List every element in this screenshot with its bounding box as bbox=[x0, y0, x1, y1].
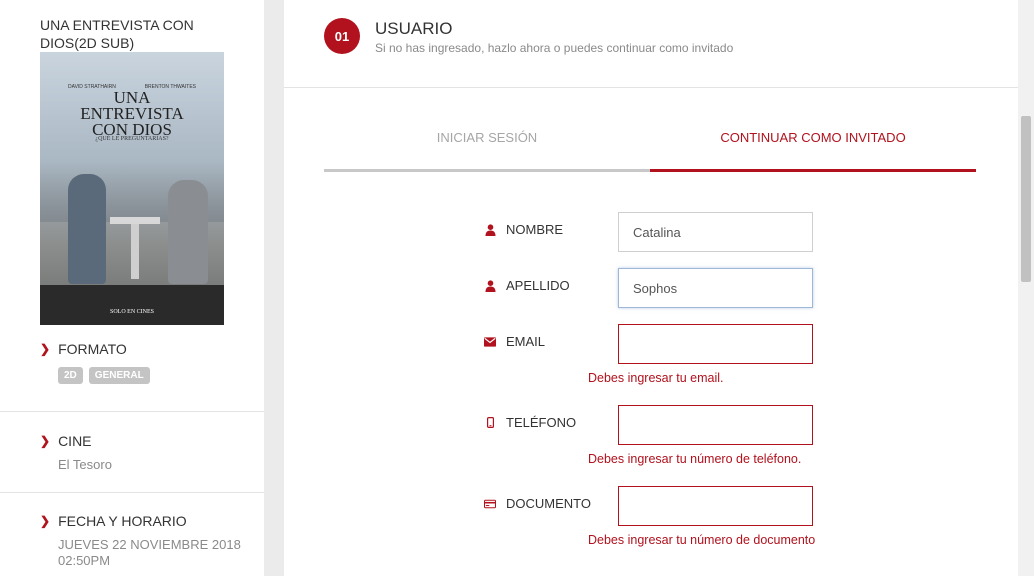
apellido-input[interactable] bbox=[618, 268, 813, 308]
nombre-label-text: NOMBRE bbox=[506, 222, 564, 237]
telefono-label-text: TELÉFONO bbox=[506, 415, 577, 430]
header-divider bbox=[284, 87, 1018, 88]
cine-heading[interactable]: ❯ CINE bbox=[40, 433, 92, 449]
apellido-label: APELLIDO bbox=[484, 278, 570, 293]
user-icon bbox=[484, 279, 496, 292]
fecha-time: 02:50PM bbox=[58, 553, 111, 568]
step-subtitle: Si no has ingresado, hazlo ahora o puede… bbox=[375, 41, 734, 55]
documento-label-text: DOCUMENTO bbox=[506, 496, 591, 511]
poster-figure-right bbox=[168, 180, 208, 284]
formato-heading[interactable]: ❯ FORMATO bbox=[40, 341, 127, 357]
envelope-icon bbox=[484, 336, 496, 348]
poster-table-leg bbox=[131, 224, 139, 279]
chevron-right-icon: ❯ bbox=[40, 342, 51, 356]
step-title: USUARIO bbox=[375, 19, 453, 38]
movie-poster: DAVID STRATHAIRN BRENTON THWAITES UNA EN… bbox=[40, 52, 224, 325]
poster-table bbox=[110, 217, 160, 224]
email-label-text: EMAIL bbox=[506, 334, 546, 349]
fecha-date: JUEVES 22 NOVIEMBRE 2018 bbox=[58, 537, 241, 552]
step-number-badge: 01 bbox=[324, 18, 360, 54]
chevron-right-icon: ❯ bbox=[40, 514, 51, 528]
email-input[interactable] bbox=[618, 324, 813, 364]
poster-credits-block bbox=[40, 285, 224, 325]
cine-label: CINE bbox=[58, 433, 92, 449]
nombre-input[interactable] bbox=[618, 212, 813, 252]
tab-continue-as-guest[interactable]: CONTINUAR COMO INVITADO bbox=[650, 130, 976, 145]
sidebar-divider bbox=[0, 411, 264, 412]
checkout-user-panel: 01 USUARIO Si no has ingresado, hazlo ah… bbox=[284, 0, 1018, 576]
fecha-label: FECHA Y HORARIO bbox=[58, 513, 187, 529]
telefono-label: TELÉFONO bbox=[484, 415, 576, 430]
id-card-icon bbox=[484, 498, 496, 510]
sidebar-divider bbox=[0, 492, 264, 493]
documento-label: DOCUMENTO bbox=[484, 496, 591, 511]
mobile-phone-icon bbox=[484, 417, 496, 429]
format-badge-2d: 2D bbox=[58, 367, 83, 384]
email-label: EMAIL bbox=[484, 334, 545, 349]
documento-error-message: Debes ingresar tu número de documento bbox=[588, 533, 816, 547]
fecha-heading[interactable]: ❯ FECHA Y HORARIO bbox=[40, 513, 187, 529]
formato-badges: 2D GENERAL bbox=[58, 367, 156, 384]
user-icon bbox=[484, 223, 496, 236]
telefono-input[interactable] bbox=[618, 405, 813, 445]
page-scrollbar[interactable] bbox=[1018, 0, 1034, 576]
scrollbar-thumb[interactable] bbox=[1021, 116, 1031, 282]
chevron-right-icon: ❯ bbox=[40, 434, 51, 448]
telefono-error-message: Debes ingresar tu número de teléfono. bbox=[588, 452, 802, 466]
apellido-label-text: APELLIDO bbox=[506, 278, 570, 293]
order-summary-sidebar: UNA ENTREVISTA CON DIOS(2D SUB) DAVID ST… bbox=[0, 0, 264, 576]
email-error-message: Debes ingresar tu email. bbox=[588, 371, 724, 385]
poster-release-text: SOLO EN CINES bbox=[109, 309, 154, 315]
poster-title: UNA ENTREVISTA CON DIOS bbox=[40, 89, 224, 138]
documento-input[interactable] bbox=[618, 486, 813, 526]
tab-guest-underline-active bbox=[650, 169, 976, 172]
tab-login-underline bbox=[324, 169, 650, 172]
movie-title: UNA ENTREVISTA CON DIOS(2D SUB) bbox=[40, 17, 194, 51]
tab-login[interactable]: INICIAR SESIÓN bbox=[324, 130, 650, 145]
nombre-label: NOMBRE bbox=[484, 222, 563, 237]
format-badge-general: GENERAL bbox=[88, 367, 150, 384]
formato-label: FORMATO bbox=[58, 341, 127, 357]
cine-value: El Tesoro bbox=[58, 457, 112, 472]
poster-figure-left bbox=[68, 174, 106, 284]
poster-tagline: ¿QUÉ LE PREGUNTARÍAS? bbox=[95, 136, 169, 142]
